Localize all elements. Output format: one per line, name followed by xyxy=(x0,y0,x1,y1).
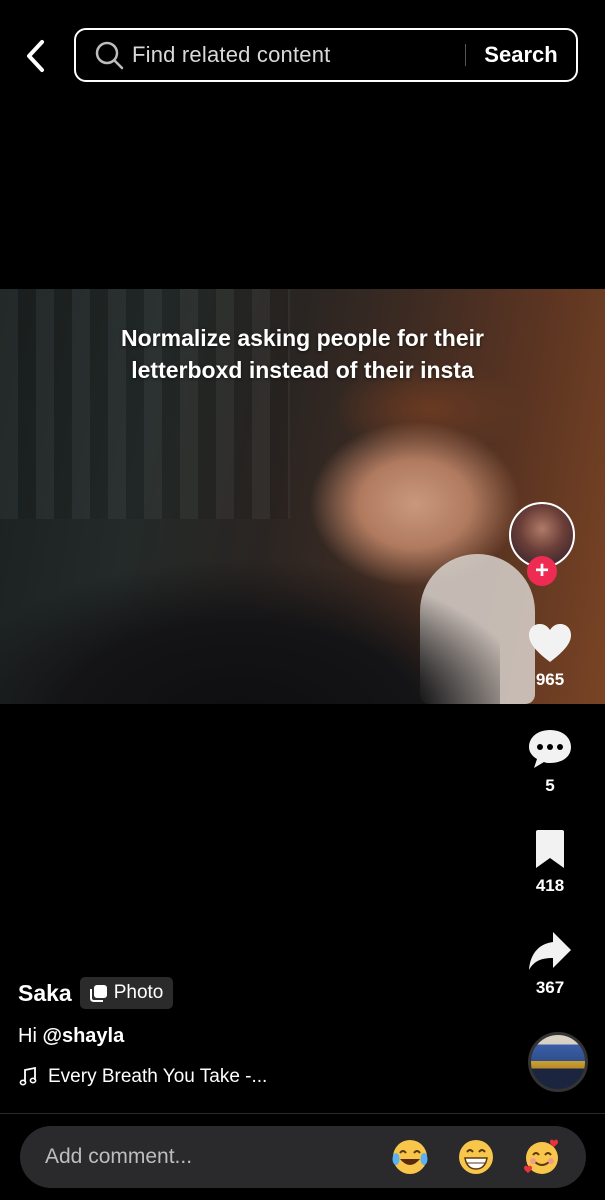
emoji-hearts-button[interactable] xyxy=(520,1135,564,1179)
music-disc[interactable] xyxy=(528,1032,588,1092)
author-name[interactable]: Saka xyxy=(18,980,72,1007)
search-button[interactable]: Search xyxy=(466,42,576,68)
face-with-tears-of-joy-icon xyxy=(392,1140,428,1174)
like-count: 965 xyxy=(535,670,565,689)
photo-badge-label: Photo xyxy=(113,982,164,1003)
search-box[interactable]: Find related content Search xyxy=(74,28,578,82)
music-title: Every Breath You Take -... xyxy=(48,1066,268,1087)
mention-link[interactable]: @shayla xyxy=(42,1025,124,1047)
like-button[interactable]: 965 xyxy=(495,622,605,690)
share-button[interactable]: 367 xyxy=(495,930,605,998)
bookmark-icon xyxy=(536,830,564,868)
photo-shirt xyxy=(0,519,500,704)
comment-count: 5 xyxy=(545,776,555,795)
comment-icon xyxy=(529,730,571,768)
share-icon xyxy=(529,932,571,970)
photo-icon xyxy=(89,984,108,1002)
comment-input[interactable]: Add comment... xyxy=(45,1145,388,1169)
bottom-divider xyxy=(0,1113,605,1114)
search-icon xyxy=(94,40,124,70)
photo-caption: Normalize asking people for their letter… xyxy=(0,322,605,386)
back-arrow-icon xyxy=(27,40,44,72)
caption-line-1: Normalize asking people for their xyxy=(121,325,484,351)
emoji-grinning-button[interactable] xyxy=(454,1135,498,1179)
photo-badge: Photo xyxy=(79,977,174,1009)
post-description: Hi @shayla xyxy=(18,1025,498,1048)
caption-line-2: letterboxd instead of their insta xyxy=(131,357,474,383)
author-avatar-group[interactable]: + xyxy=(509,502,575,586)
smiling-face-with-hearts-icon xyxy=(524,1139,558,1174)
back-button[interactable] xyxy=(18,38,52,74)
search-input[interactable]: Find related content xyxy=(132,42,465,68)
save-count: 418 xyxy=(535,876,565,895)
emoji-tears-of-joy-button[interactable] xyxy=(388,1135,432,1179)
music-note-icon xyxy=(18,1067,38,1087)
top-bar: Find related content Search xyxy=(0,0,605,110)
comment-bar: Add comment... xyxy=(20,1126,586,1188)
post-info: Saka Photo Hi @shayla Every Breath You T… xyxy=(18,975,498,1088)
save-button[interactable]: 418 xyxy=(495,828,605,896)
music-row[interactable]: Every Breath You Take -... xyxy=(18,1066,498,1088)
author-row: Saka Photo xyxy=(18,975,498,1011)
description-text: Hi xyxy=(18,1025,43,1047)
follow-button[interactable]: + xyxy=(527,556,557,586)
grinning-face-icon xyxy=(459,1140,493,1174)
share-count: 367 xyxy=(535,978,565,997)
comment-button[interactable]: 5 xyxy=(495,728,605,796)
heart-icon xyxy=(529,624,571,662)
